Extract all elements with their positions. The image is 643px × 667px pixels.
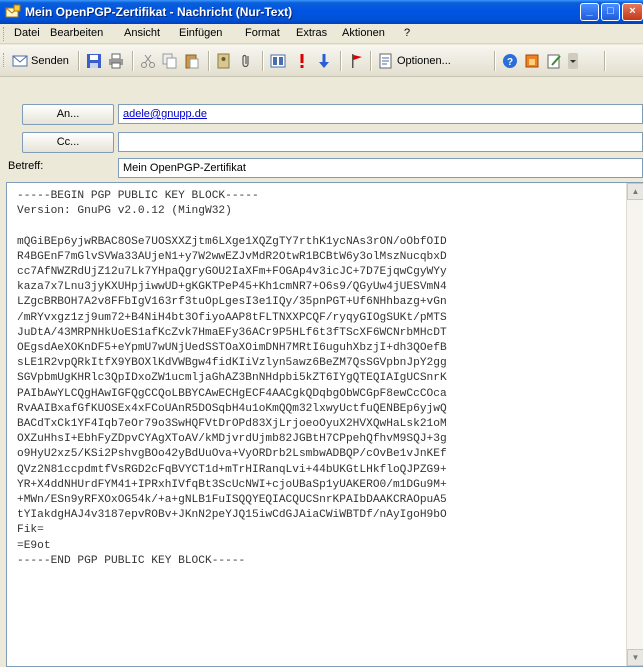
menu-bar: Datei Bearbeiten Ansicht Einfügen Format…: [0, 24, 643, 44]
options-icon: [379, 53, 392, 69]
address-book-icon: [217, 53, 230, 69]
to-button[interactable]: An...: [22, 104, 114, 125]
subject-label: Betreff:: [8, 160, 44, 172]
menu-einfuegen[interactable]: Einfügen: [179, 27, 222, 39]
cc-field[interactable]: [118, 132, 643, 152]
toolbar-overflow-button[interactable]: [568, 51, 578, 71]
attach-button[interactable]: [238, 51, 254, 71]
toolbar-separator: [262, 51, 264, 71]
message-header: An... adele@gnupp.de Cc... Betreff: Mein…: [0, 78, 643, 178]
message-window: Mein OpenPGP-Zertifikat - Nachricht (Nur…: [0, 0, 643, 667]
print-icon: [109, 53, 123, 69]
svg-text:?: ?: [507, 57, 513, 68]
paste-icon: [185, 54, 199, 69]
toolbar-separator: [604, 51, 606, 71]
print-button[interactable]: [108, 51, 124, 71]
cut-button[interactable]: [140, 51, 156, 71]
cc-button[interactable]: Cc...: [22, 132, 114, 153]
copy-icon: [162, 53, 177, 69]
close-button[interactable]: ×: [622, 3, 643, 21]
menu-datei[interactable]: Datei: [14, 27, 40, 39]
menu-format[interactable]: Format: [245, 27, 280, 39]
maximize-button[interactable]: □: [601, 3, 620, 21]
importance-high-button[interactable]: [294, 51, 310, 71]
toolbar-grip[interactable]: [3, 53, 6, 67]
send-label: Senden: [31, 55, 69, 67]
toolbar-separator: [78, 51, 80, 71]
to-recipient-link[interactable]: adele@gnupp.de: [123, 108, 207, 120]
title-bar[interactable]: Mein OpenPGP-Zertifikat - Nachricht (Nur…: [0, 0, 643, 24]
insert-item-button[interactable]: [270, 51, 286, 71]
cut-icon: [141, 54, 155, 68]
importance-high-icon: [300, 54, 304, 68]
menu-grip[interactable]: [3, 27, 6, 41]
pgp-encrypt-button[interactable]: [524, 51, 540, 71]
save-icon: [87, 54, 101, 68]
menu-help[interactable]: ?: [404, 27, 410, 39]
toolbar-separator: [340, 51, 342, 71]
subject-field[interactable]: Mein OpenPGP-Zertifikat: [118, 158, 643, 178]
help-icon: ?: [503, 54, 517, 68]
menu-bearbeiten[interactable]: Bearbeiten: [50, 27, 103, 39]
pgp-sign-button[interactable]: [546, 51, 562, 71]
toolbar-separator: [132, 51, 134, 71]
message-body[interactable]: -----BEGIN PGP PUBLIC KEY BLOCK----- Ver…: [6, 182, 643, 667]
help-button[interactable]: ?: [502, 51, 518, 71]
vertical-scrollbar[interactable]: ▲ ▼: [626, 183, 643, 666]
toolbar-separator: [370, 51, 372, 71]
options-label: Optionen...: [397, 55, 451, 67]
options-button[interactable]: Optionen...: [378, 51, 451, 71]
importance-low-icon: [319, 54, 329, 68]
send-icon: [12, 55, 28, 67]
importance-low-button[interactable]: [316, 51, 332, 71]
chevron-down-icon: [568, 53, 578, 69]
flag-icon: [352, 54, 362, 68]
mail-icon: [5, 4, 21, 18]
send-button[interactable]: Senden: [12, 51, 69, 71]
pgp-encrypt-icon: [525, 54, 539, 68]
attach-icon: [242, 54, 249, 68]
menu-extras[interactable]: Extras: [296, 27, 327, 39]
toolbar: Senden Optionen... ?: [0, 45, 643, 77]
flag-button[interactable]: [348, 51, 364, 71]
window-title: Mein OpenPGP-Zertifikat - Nachricht (Nur…: [25, 5, 293, 19]
pgp-sign-icon: [547, 54, 561, 69]
toolbar-separator: [494, 51, 496, 71]
address-book-button[interactable]: [216, 51, 232, 71]
toolbar-separator: [208, 51, 210, 71]
menu-ansicht[interactable]: Ansicht: [124, 27, 160, 39]
copy-button[interactable]: [162, 51, 178, 71]
message-body-text[interactable]: -----BEGIN PGP PUBLIC KEY BLOCK----- Ver…: [17, 189, 447, 569]
save-button[interactable]: [86, 51, 102, 71]
minimize-button[interactable]: _: [580, 3, 599, 21]
paste-button[interactable]: [184, 51, 200, 71]
menu-aktionen[interactable]: Aktionen: [342, 27, 385, 39]
insert-item-icon: [270, 54, 286, 68]
to-field[interactable]: adele@gnupp.de: [118, 104, 643, 124]
scroll-down-arrow[interactable]: ▼: [627, 649, 643, 666]
scroll-up-arrow[interactable]: ▲: [627, 183, 643, 200]
